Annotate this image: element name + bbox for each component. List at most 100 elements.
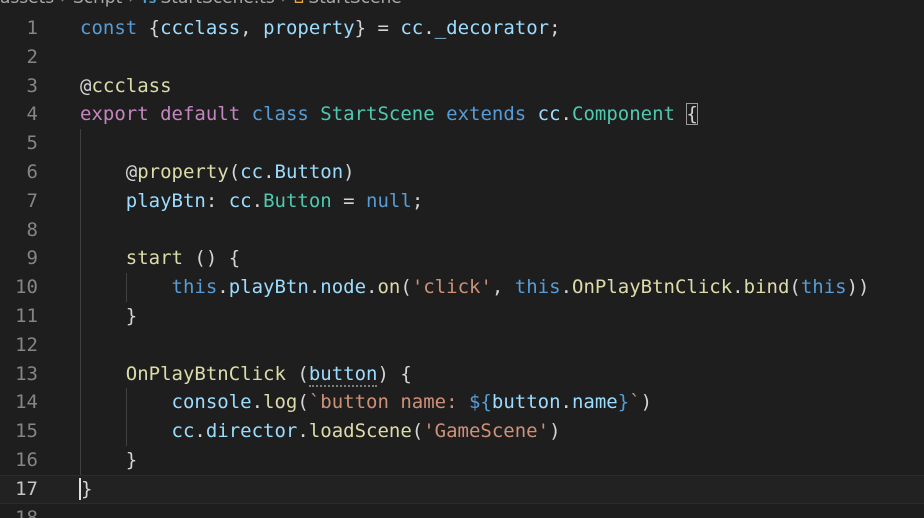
code-token: ${ bbox=[468, 391, 492, 414]
code-token: default bbox=[160, 103, 241, 126]
code-line[interactable]: 3 @ccclass bbox=[0, 72, 924, 101]
indent-guide bbox=[80, 330, 81, 360]
code-token: : bbox=[205, 189, 229, 212]
code-line[interactable]: 4 export default class StartScene extends… bbox=[0, 100, 924, 129]
breadcrumb-item-file[interactable]: StartScene.ts bbox=[161, 0, 275, 8]
code-token: )) bbox=[846, 276, 870, 299]
code-token: bind bbox=[743, 276, 790, 299]
code-text[interactable]: const {ccclass, property} = cc._decorato… bbox=[80, 14, 561, 43]
code-text[interactable]: cc.director.loadScene('GameScene') bbox=[80, 417, 561, 446]
code-text[interactable]: export default class StartScene extends … bbox=[80, 100, 698, 129]
class-symbol-icon: ⌂ bbox=[294, 0, 305, 8]
code-line[interactable]: 9 start () { bbox=[0, 244, 924, 274]
breadcrumb-item-class[interactable]: StartScene bbox=[308, 0, 401, 8]
indent-guide bbox=[80, 215, 81, 245]
line-number: 14 bbox=[15, 391, 38, 414]
code-token: ) bbox=[343, 160, 355, 183]
code-token: Button bbox=[274, 160, 344, 183]
line-number: 3 bbox=[26, 74, 38, 97]
code-token: ( bbox=[789, 276, 801, 299]
code-line[interactable]: 17} bbox=[0, 474, 924, 504]
breadcrumb: assets›Script›TSStartScene.ts›⌂StartScen… bbox=[0, 0, 402, 8]
code-token: property bbox=[137, 160, 229, 183]
code-line[interactable]: 12 bbox=[0, 330, 924, 360]
code-line[interactable]: 16 } bbox=[0, 445, 924, 475]
code-text[interactable]: } bbox=[80, 302, 137, 331]
code-text[interactable]: @ccclass bbox=[80, 72, 172, 101]
breadcrumb-item-assets[interactable]: assets bbox=[0, 0, 54, 8]
unused-parameter: button bbox=[308, 362, 378, 387]
code-text[interactable]: start () { bbox=[80, 244, 240, 273]
code-token: director bbox=[205, 420, 298, 443]
code-token: cc bbox=[537, 103, 561, 126]
code-token: class bbox=[251, 103, 309, 126]
code-line[interactable]: 14 console.log(`button name: ${button.na… bbox=[0, 388, 924, 418]
code-token: cc bbox=[171, 420, 195, 443]
code-token: ) { bbox=[377, 362, 412, 385]
code-token: ( bbox=[228, 160, 241, 183]
code-line[interactable]: 13 OnPlayBtnClick (button) { bbox=[0, 359, 924, 389]
line-number: 16 bbox=[15, 448, 38, 471]
breadcrumb-item-script[interactable]: Script bbox=[73, 0, 122, 8]
code-token: = bbox=[331, 189, 367, 212]
code-text[interactable]: } bbox=[79, 475, 93, 504]
line-number: 4 bbox=[26, 103, 38, 126]
code-token: this bbox=[800, 276, 847, 299]
chevron-right-icon: › bbox=[54, 0, 73, 8]
code-token: ccclass bbox=[91, 74, 172, 97]
line-number: 10 bbox=[15, 276, 38, 299]
code-token: @ bbox=[80, 160, 138, 183]
code-token: playBtn bbox=[228, 276, 309, 299]
code-line[interactable]: 10 this.playBtn.node.on('click', this.On… bbox=[0, 273, 924, 302]
code-token: . bbox=[251, 189, 264, 212]
code-token: console bbox=[171, 391, 252, 414]
code-token: node bbox=[320, 276, 367, 299]
code-token: . bbox=[251, 391, 264, 414]
code-text[interactable]: playBtn: cc.Button = null; bbox=[80, 187, 424, 216]
code-token: . bbox=[560, 276, 573, 299]
code-token: @ bbox=[80, 74, 92, 97]
line-number: 9 bbox=[26, 247, 38, 270]
line-number: 8 bbox=[26, 218, 38, 241]
code-line[interactable]: 7 playBtn: cc.Button = null; bbox=[0, 186, 924, 216]
code-line[interactable]: 11 } bbox=[0, 301, 924, 331]
code-token: } bbox=[81, 477, 93, 500]
code-line[interactable]: 15 cc.director.loadScene('GameScene') bbox=[0, 417, 924, 446]
code-token: . bbox=[560, 103, 572, 126]
code-line[interactable]: 6 @property(cc.Button) bbox=[0, 157, 924, 187]
code-token: . bbox=[560, 391, 572, 414]
code-text[interactable]: @property(cc.Button) bbox=[80, 158, 355, 187]
code-line[interactable]: 5 bbox=[0, 129, 924, 158]
code-token: . bbox=[194, 420, 206, 443]
code-text[interactable]: OnPlayBtnClick (button) { bbox=[80, 360, 412, 389]
code-line[interactable]: 2 bbox=[0, 43, 924, 72]
line-number: 15 bbox=[15, 420, 38, 443]
code-editor[interactable]: assets›Script›TSStartScene.ts›⌂StartScen… bbox=[0, 0, 924, 518]
code-token: ; bbox=[549, 17, 561, 39]
code-token: _decorator bbox=[434, 17, 550, 39]
line-number: 13 bbox=[15, 362, 38, 385]
code-token: OnPlayBtnClick bbox=[125, 362, 286, 385]
code-token: ( bbox=[411, 420, 424, 443]
code-token: . bbox=[732, 276, 744, 299]
code-text[interactable]: this.playBtn.node.on('click', this.OnPla… bbox=[80, 273, 870, 302]
code-text[interactable]: } bbox=[80, 446, 137, 475]
code-line[interactable]: 18 bbox=[0, 504, 924, 518]
typescript-file-icon: TS bbox=[141, 0, 156, 6]
code-area[interactable]: 1 const {ccclass, property} = cc._decorat… bbox=[0, 14, 924, 518]
line-number: 2 bbox=[26, 45, 38, 68]
code-line[interactable]: 1 const {ccclass, property} = cc._decorat… bbox=[0, 14, 924, 43]
code-token: `button name: bbox=[308, 391, 469, 414]
code-line[interactable]: 8 bbox=[0, 215, 924, 245]
indent-guide bbox=[80, 129, 81, 158]
code-text[interactable]: console.log(`button name: ${button.name}… bbox=[80, 388, 653, 417]
code-token: StartScene bbox=[320, 103, 435, 126]
code-token: ; bbox=[411, 189, 424, 212]
code-token: . bbox=[423, 17, 435, 39]
